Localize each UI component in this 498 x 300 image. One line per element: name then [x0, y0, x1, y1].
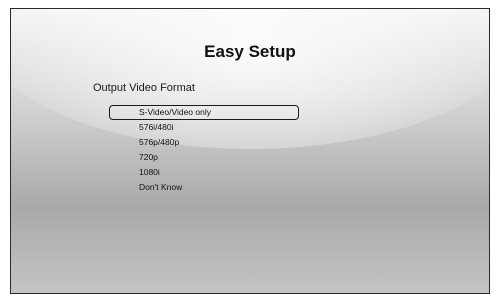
option-s-video[interactable]: S-Video/Video only [109, 105, 299, 120]
setup-screen: Easy Setup Output Video Format S-Video/V… [10, 8, 490, 294]
option-576i-480i[interactable]: 576i/480i [109, 120, 299, 135]
section-heading: Output Video Format [93, 82, 195, 94]
video-format-list: S-Video/Video only 576i/480i 576p/480p 7… [109, 105, 299, 195]
page-title: Easy Setup [204, 42, 296, 61]
option-576p-480p[interactable]: 576p/480p [109, 135, 299, 150]
option-720p[interactable]: 720p [109, 150, 299, 165]
option-1080i[interactable]: 1080i [109, 165, 299, 180]
option-dont-know[interactable]: Don't Know [109, 180, 299, 195]
